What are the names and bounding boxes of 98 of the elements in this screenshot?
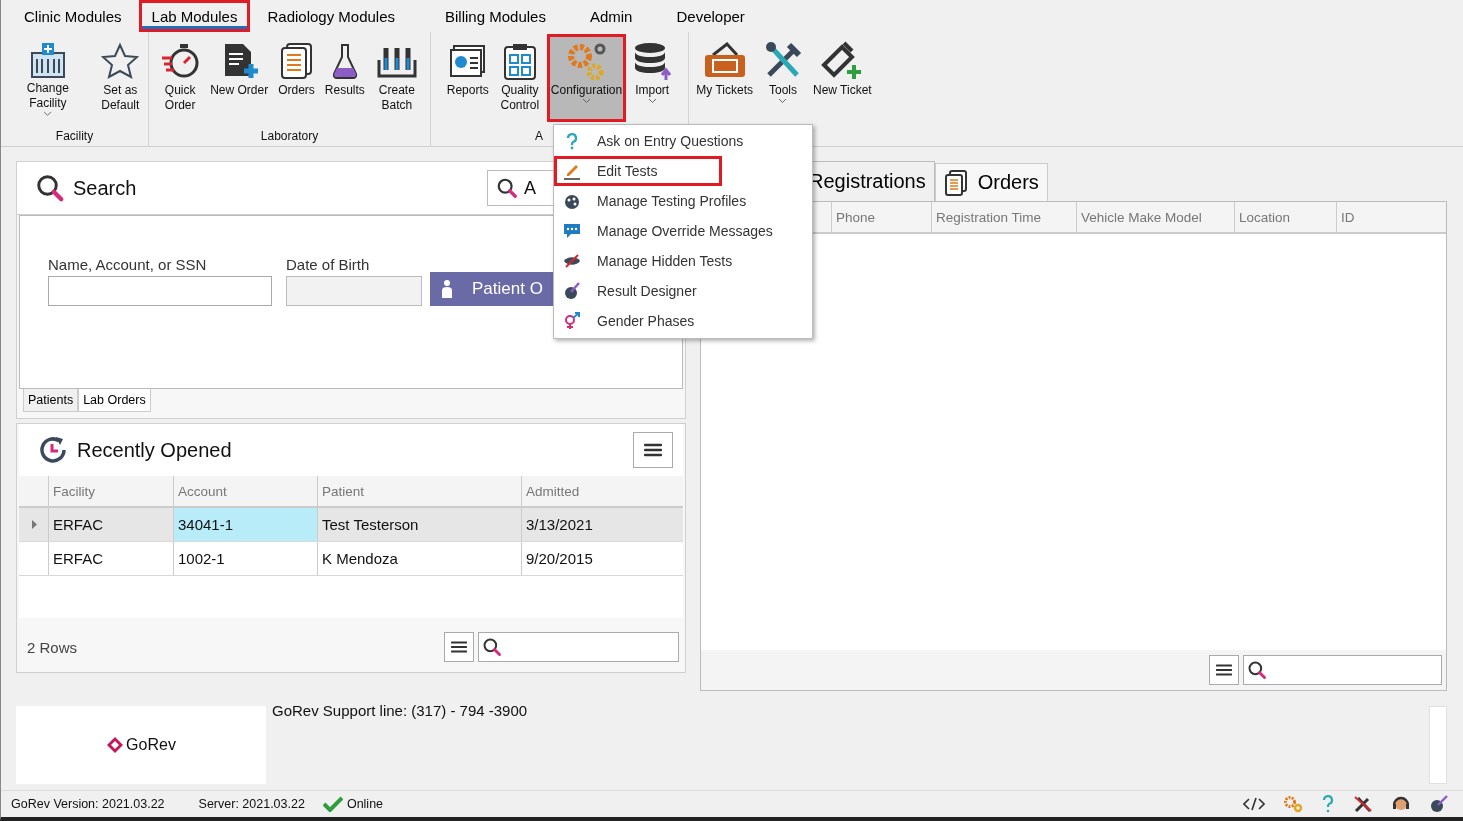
clipboard-checklist-icon [501,42,538,80]
column-header[interactable]: Vehicle Make Model [1076,202,1234,232]
input-field[interactable] [48,276,272,306]
palette-icon [563,192,581,210]
palette-brush-icon [563,282,581,300]
ribbon-group-label: Facility [55,129,94,145]
table-cell: 1002-1 [173,542,317,575]
logo-mark-icon [106,736,125,754]
panel-tab[interactable]: Patients [23,389,79,412]
ribbon-button[interactable]: New Ticket [809,34,876,122]
panel-title: Recently Opened [77,438,232,462]
menu-button[interactable] [444,632,474,662]
gender-symbol-icon [563,312,581,330]
pencil-icon [563,162,581,180]
column-header[interactable]: ID [1336,202,1446,232]
gears-icon [565,41,608,81]
column-header[interactable]: Patient [317,476,521,506]
caret-icon [778,98,788,104]
menu-item[interactable]: Edit Tests [554,156,722,186]
ribbon-button[interactable]: Orders [274,34,319,122]
menu-icon [1216,663,1232,677]
field-label: Date of Birth [286,256,371,273]
search-icon [1247,660,1267,680]
report-chart-icon [447,42,488,80]
ribbon-group-label: Laboratory [260,129,319,145]
logo: GoRev [16,706,266,784]
scrollbar[interactable] [1429,706,1447,784]
column-header[interactable]: Phone [831,202,931,232]
search-icon [482,637,502,657]
column-header[interactable]: Account [173,476,317,506]
table-cell: 9/20/2015 [521,542,683,575]
history-clock-icon [37,434,69,466]
ribbon-button[interactable]: Tools [759,34,807,122]
row-count: 2 Rows [27,638,78,656]
star-icon [101,42,140,80]
version-text: GoRev Version: 2021.03.22 [11,797,165,811]
menu-icon [451,640,467,654]
field-label: Name, Account, or SSN [48,256,208,273]
caret-icon [647,98,657,104]
ribbon-tab[interactable]: Radiology Modules [254,0,409,32]
ribbon-button[interactable]: My Tickets [692,34,757,122]
document-icon [278,42,315,80]
search-icon [496,177,518,199]
ribbon-button[interactable]: New Order [206,34,273,122]
menu-item[interactable]: Ask on Entry Questions [554,126,812,156]
crossed-eye-icon [563,252,581,270]
speech-bubble-icon [563,222,581,240]
panel-title: Search [73,176,137,200]
code-icon[interactable] [1243,797,1265,811]
documents-icon [943,169,968,196]
column-header[interactable]: Facility [48,476,173,506]
headset-icon[interactable] [1391,795,1411,813]
ribbon-button[interactable]: Set as Default [94,34,146,122]
database-icon [632,41,673,81]
ribbon-tab[interactable]: Lab Modules [138,0,251,32]
panel-tab[interactable]: Lab Orders [78,389,151,412]
ribbon-button[interactable]: Create Batch [370,34,423,122]
ribbon-button[interactable]: Import [628,34,677,122]
menu-icon [644,443,662,457]
caret-icon [582,98,591,104]
table-cell: ERFAC [48,542,173,575]
table-cell: Test Testerson [317,508,521,541]
ribbon-tab[interactable]: Admin [576,0,646,32]
ribbon-button[interactable]: Reports [442,34,493,122]
ribbon-tab[interactable]: Developer [663,0,758,32]
menu-button[interactable] [1209,655,1239,685]
table-cell: 3/13/2021 [521,508,683,541]
server-version: Server: 2021.03.22 [198,797,305,811]
column-header[interactable]: Registration Time [931,202,1076,232]
ribbon-tab[interactable]: Clinic Modules [11,0,135,32]
menu-button[interactable] [633,432,673,468]
column-header[interactable]: Admitted [521,476,683,506]
palette-brush-icon[interactable] [1429,795,1449,813]
search-field[interactable] [1243,655,1442,685]
ribbon-button[interactable]: Change Facility [3,34,93,122]
search-icon [35,173,65,203]
panel-tab[interactable]: Orders [934,163,1048,201]
stopwatch-icon [160,42,201,80]
support-line: GoRev Support line: (317) - 794 -3900 [272,702,528,721]
check-icon [322,796,343,812]
gears-icon[interactable] [1283,795,1303,813]
menu-item[interactable]: Gender Phases [554,306,812,336]
ribbon-group-label: A [535,129,543,145]
menu-item[interactable]: Manage Override Messages [554,216,812,246]
crossed-tools-icon[interactable] [1353,795,1373,813]
caret-icon [43,111,53,117]
search-field[interactable] [478,632,679,662]
ribbon-button[interactable]: Quick Order [156,34,205,122]
ribbon-button[interactable]: Quality Control [494,34,545,122]
ribbon-tab[interactable]: Billing Modules [432,0,559,32]
row-pointer-icon [30,520,37,529]
connection-status: Online [346,797,384,811]
patient-icon [440,279,454,299]
ribbon-button[interactable]: Configuration [546,34,627,122]
ribbon-button[interactable]: Results [320,34,369,122]
table-cell: K Mendoza [317,542,521,575]
table-cell: 34041-1 [173,508,317,541]
column-header[interactable]: Location [1234,202,1336,232]
